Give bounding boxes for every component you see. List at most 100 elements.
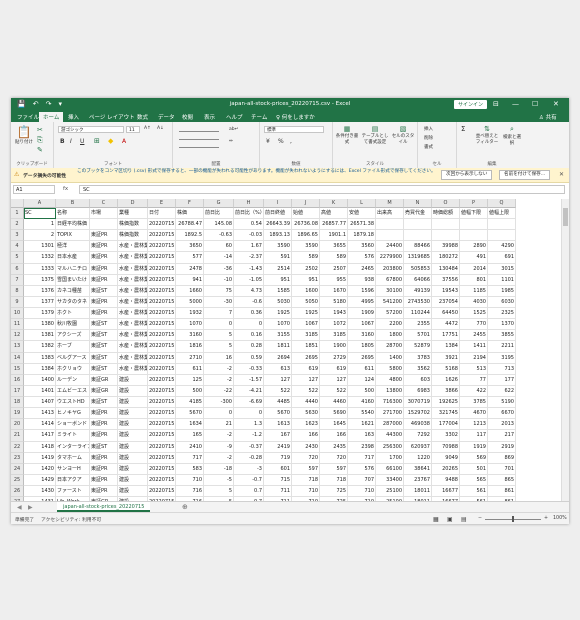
- table-cell[interactable]: 5630: [292, 408, 320, 420]
- table-cell[interactable]: 2890: [460, 241, 488, 253]
- table-cell[interactable]: 5030: [264, 296, 292, 309]
- table-cell[interactable]: 1.67: [234, 241, 264, 253]
- table-cell[interactable]: 2507: [320, 263, 348, 275]
- table-cell[interactable]: 711: [264, 486, 292, 498]
- table-cell[interactable]: 東証PR: [90, 486, 118, 498]
- table-cell[interactable]: TOPIX: [56, 230, 90, 242]
- table-cell[interactable]: [432, 230, 460, 242]
- table-cell[interactable]: 6983: [404, 385, 432, 398]
- ribbon-display-options-icon[interactable]: ⊟: [493, 100, 499, 108]
- table-cell[interactable]: 865: [488, 474, 516, 486]
- row-header[interactable]: 3: [11, 230, 24, 242]
- column-header[interactable]: F: [176, 199, 204, 208]
- comma-button[interactable]: ,: [290, 138, 292, 145]
- select-all-corner[interactable]: [11, 199, 24, 208]
- table-cell[interactable]: 19543: [432, 285, 460, 297]
- table-cell[interactable]: 597: [320, 463, 348, 475]
- table-cell[interactable]: 東証PR: [90, 252, 118, 264]
- table-cell[interactable]: 0.59: [234, 352, 264, 364]
- zoom-out-button[interactable]: −: [478, 516, 482, 521]
- table-cell[interactable]: 20220715: [148, 330, 176, 342]
- table-cell[interactable]: 589: [320, 252, 348, 264]
- table-cell[interactable]: 177: [488, 374, 516, 386]
- table-cell[interactable]: 建設: [118, 374, 148, 386]
- format-as-table-button[interactable]: ▤ テーブルとして書式設定: [361, 125, 389, 145]
- table-cell[interactable]: 1185: [460, 285, 488, 297]
- table-cell[interactable]: 1851: [292, 341, 320, 353]
- column-header[interactable]: K: [320, 199, 348, 208]
- row-header[interactable]: 6: [11, 263, 24, 275]
- table-cell[interactable]: 4290: [488, 241, 516, 253]
- table-cell[interactable]: 4440: [292, 397, 320, 409]
- table-cell[interactable]: 2211: [488, 341, 516, 353]
- share-button[interactable]: ♙ 共有: [539, 113, 557, 121]
- table-cell[interactable]: -0.33: [234, 363, 264, 375]
- table-cell[interactable]: 20220715: [148, 274, 176, 286]
- wrap-text-button[interactable]: ab↵: [229, 127, 238, 132]
- table-cell[interactable]: 3655: [320, 241, 348, 253]
- table-cell[interactable]: 501: [460, 463, 488, 475]
- table-cell[interactable]: 2: [24, 230, 56, 242]
- italic-button[interactable]: I: [70, 138, 72, 145]
- table-cell[interactable]: 2695: [292, 352, 320, 364]
- table-cell[interactable]: 雪国まいたけ: [56, 274, 90, 286]
- column-header[interactable]: H: [234, 199, 264, 208]
- table-cell[interactable]: 0: [234, 319, 264, 331]
- format-painter-icon[interactable]: ✎: [37, 146, 43, 154]
- table-cell[interactable]: 613: [264, 363, 292, 375]
- row-header[interactable]: 23: [11, 452, 24, 464]
- table-cell[interactable]: 3590: [292, 241, 320, 253]
- table-cell[interactable]: 2710: [176, 352, 204, 364]
- table-cell[interactable]: 167: [264, 430, 292, 442]
- table-cell[interactable]: 619: [320, 363, 348, 375]
- table-cell[interactable]: 719: [264, 452, 292, 464]
- table-cell[interactable]: 70988: [432, 441, 460, 453]
- table-cell[interactable]: 建設: [118, 419, 148, 431]
- column-header[interactable]: J: [292, 199, 320, 208]
- table-cell[interactable]: 565: [460, 474, 488, 486]
- table-cell[interactable]: 3866: [432, 385, 460, 398]
- table-cell[interactable]: 2478: [176, 263, 204, 275]
- vertical-scrollbar[interactable]: [561, 199, 569, 503]
- column-header[interactable]: E: [148, 199, 176, 208]
- table-cell[interactable]: 203800: [376, 263, 404, 275]
- table-cell[interactable]: 1800: [376, 330, 404, 342]
- table-cell[interactable]: ミライト: [56, 430, 90, 442]
- tab-file[interactable]: ファイル: [17, 113, 39, 121]
- table-cell[interactable]: 577: [176, 252, 204, 264]
- table-cell[interactable]: 市場: [90, 208, 118, 220]
- table-cell[interactable]: 165: [176, 430, 204, 442]
- table-cell[interactable]: 1301: [24, 241, 56, 253]
- table-cell[interactable]: 東証PR: [90, 263, 118, 275]
- page-layout-view-icon[interactable]: ▣: [447, 516, 453, 523]
- table-cell[interactable]: 52879: [404, 341, 432, 353]
- alignment-icons[interactable]: [179, 127, 219, 151]
- table-cell[interactable]: 1070: [264, 319, 292, 331]
- minimize-button[interactable]: —: [512, 100, 519, 108]
- table-cell[interactable]: 安値: [348, 208, 376, 220]
- table-cell[interactable]: 5000: [176, 296, 204, 309]
- table-cell[interactable]: 941: [176, 274, 204, 286]
- table-cell[interactable]: 1525: [460, 308, 488, 320]
- table-cell[interactable]: 505853: [404, 263, 432, 275]
- table-cell[interactable]: 1645: [320, 419, 348, 431]
- table-cell[interactable]: 192625: [432, 397, 460, 409]
- insert-function-icon[interactable]: fx: [63, 186, 68, 192]
- table-cell[interactable]: 1414: [24, 419, 56, 431]
- table-cell[interactable]: カネコ種苗: [56, 285, 90, 297]
- delete-cells-button[interactable]: 削除: [424, 135, 433, 141]
- table-cell[interactable]: 20220715: [148, 285, 176, 297]
- insert-cells-button[interactable]: 挿入: [424, 126, 433, 132]
- table-cell[interactable]: 3562: [404, 363, 432, 375]
- table-cell[interactable]: 2419: [264, 441, 292, 453]
- table-cell[interactable]: 707: [348, 474, 376, 486]
- table-cell[interactable]: 88466: [404, 241, 432, 253]
- table-cell[interactable]: 1634: [176, 419, 204, 431]
- table-cell[interactable]: -22: [204, 385, 234, 398]
- table-cell[interactable]: 3160: [348, 330, 376, 342]
- table-cell[interactable]: 541200: [376, 296, 404, 309]
- table-cell[interactable]: -2.37: [234, 252, 264, 264]
- table-cell[interactable]: -2: [204, 363, 234, 375]
- tab-view[interactable]: 表示: [204, 113, 215, 121]
- normal-view-icon[interactable]: ▦: [433, 516, 439, 523]
